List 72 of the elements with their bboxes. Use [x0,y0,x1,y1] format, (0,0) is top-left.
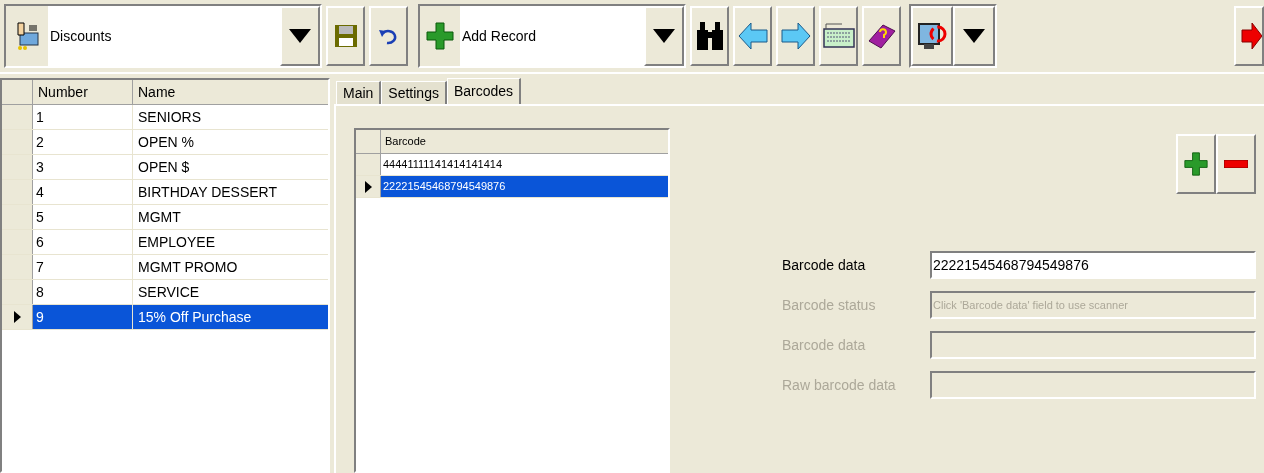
plus-icon [426,22,454,50]
caret-icon [289,29,311,43]
sync-button[interactable] [911,6,953,66]
action-selector[interactable]: Add Record [418,4,686,68]
monitor-refresh-icon [916,20,948,52]
module-selector[interactable]: Discounts [4,4,322,68]
back-button[interactable] [733,6,772,66]
binoculars-icon [694,20,725,52]
tab[interactable]: Main [336,81,382,104]
table-cell: 7 [33,255,133,279]
table-cell-text: 44441111141414141414 [382,157,504,173]
tab[interactable]: Settings [381,81,447,104]
undo-button[interactable] [369,6,408,66]
caret-icon [963,29,985,43]
caret-icon [653,29,675,43]
minus-icon [1224,160,1248,168]
table-cell-text: SENIORS [137,107,202,127]
table-cell: 4 [33,180,133,204]
table-cell: 9 [33,305,133,329]
save-icon [333,24,358,48]
column-header[interactable]: Name [133,80,328,104]
left-arrow-icon [737,22,768,50]
field-label: Barcode status [782,295,877,315]
table-cell-text: MGMT [137,207,182,227]
keyboard-icon [822,23,855,49]
module-value: Discounts [48,6,280,66]
record-row[interactable]: 7 MGMT PROMO [2,255,328,280]
tab[interactable]: Barcodes [446,78,522,104]
record-row[interactable]: 5 MGMT [2,205,328,230]
search-button[interactable] [690,6,729,66]
table-cell-text: EMPLOYEE [137,232,217,252]
action-value: Add Record [460,6,644,66]
barcode-row[interactable]: 22221545468794549876 [356,176,668,198]
right-arrow-icon [1240,22,1262,50]
table-cell: 8 [33,280,133,304]
record-row[interactable]: 2 OPEN % [2,130,328,155]
table-cell-text: 22221545468794549876 [382,179,507,195]
plus-icon [1184,152,1208,176]
keyboard-button[interactable] [819,6,858,66]
record-row[interactable]: 3 OPEN $ [2,155,328,180]
table-cell: 6 [33,230,133,254]
table-cell-text: OPEN $ [137,157,191,177]
row-pointer-icon [13,311,21,323]
table-cell-text: OPEN % [137,132,195,152]
table-cell: 2 [33,130,133,154]
row-pointer-icon [364,180,372,193]
input-field[interactable] [930,371,1256,399]
table-cell: 3 [33,155,133,179]
remove-barcode-button[interactable] [1216,134,1256,194]
save-button[interactable] [326,6,365,66]
table-cell: 1 [33,105,133,129]
table-cell: 5 [33,205,133,229]
field-label: Raw barcode data [782,375,897,395]
input-field[interactable] [930,331,1256,359]
table-cell-text: BIRTHDAY DESSERT [137,182,278,202]
record-row[interactable]: 9 15% Off Purchase [2,305,328,330]
exit-button[interactable] [1234,6,1264,66]
column-header[interactable]: Number [33,80,133,104]
right-arrow-icon [780,22,811,50]
record-row[interactable]: 6 EMPLOYEE [2,230,328,255]
sync-dropdown-button[interactable] [953,6,995,66]
record-row[interactable]: 1 SENIORS [2,105,328,130]
table-cell-text: 15% Off Purchase [137,307,253,327]
help-button[interactable] [862,6,901,66]
input-field[interactable]: 22221545468794549876 [930,251,1256,279]
table-cell-text: SERVICE [137,282,201,302]
forward-button[interactable] [776,6,815,66]
field-label: Barcode data [782,255,867,275]
record-row[interactable]: 4 BIRTHDAY DESSERT [2,180,328,205]
table-cell-text: MGMT PROMO [137,257,239,277]
field-label: Barcode data [782,335,867,355]
add-barcode-button[interactable] [1176,134,1216,194]
